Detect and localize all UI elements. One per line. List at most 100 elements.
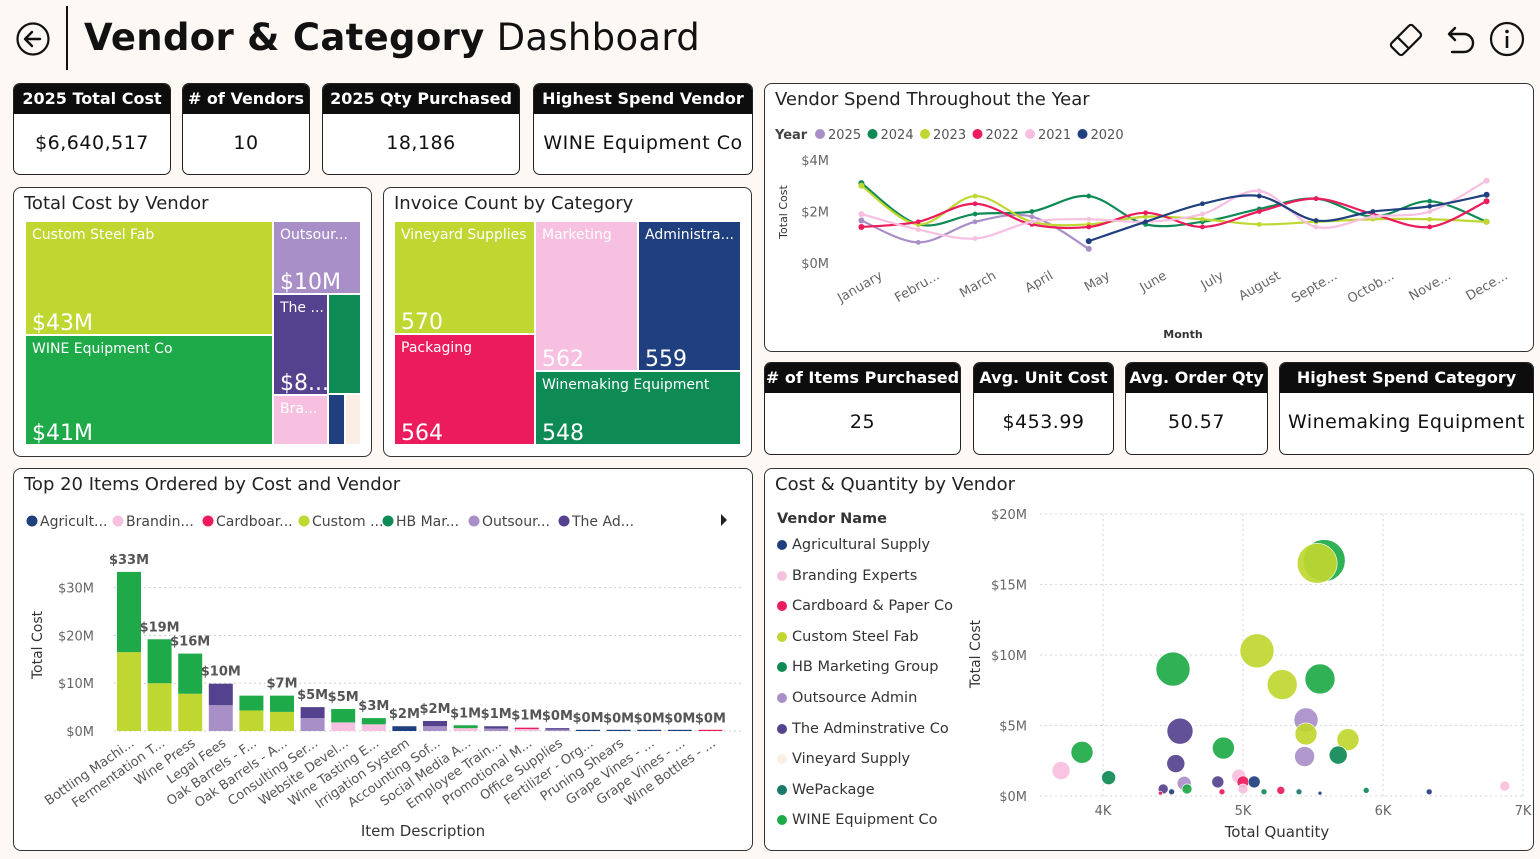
bar-segment <box>545 729 570 731</box>
bar-segment <box>331 709 356 723</box>
bar-total-label: $2M <box>389 707 420 722</box>
tile-outsource-admin[interactable]: Outsour... $10M <box>273 221 361 294</box>
line-point-2021 <box>1200 211 1205 217</box>
x-axis-title: Item Description <box>361 822 485 840</box>
line-point-2022 <box>1200 224 1205 230</box>
top-items-bar-chart-card: Top 20 Items Ordered by Cost and Vendor … <box>13 468 753 851</box>
y-tick-label: $0M <box>66 725 94 740</box>
bar-segment <box>606 729 631 731</box>
bar-legend-label: Brandin... <box>126 514 194 530</box>
scatter-point <box>1276 786 1286 795</box>
line-point-2020 <box>1200 201 1205 207</box>
kpi-value: Winemaking Equipment <box>1287 411 1526 433</box>
tile-marketing[interactable]: Marketing 562 <box>535 221 638 371</box>
bar-segment <box>514 729 539 731</box>
bar-legend-label: The Ad... <box>571 514 634 530</box>
tile-label: Outsour... <box>280 227 348 243</box>
kpi-label: Highest Spend Category <box>1280 363 1533 393</box>
x-tick-label: 5K <box>1235 804 1252 819</box>
bar-total-label: $33M <box>109 553 149 568</box>
x-tick-label: Dece... <box>1464 268 1511 304</box>
info-icon[interactable] <box>1488 20 1526 58</box>
back-icon[interactable] <box>15 21 51 57</box>
y-axis-title: Total Cost <box>30 610 46 680</box>
scatter-point <box>1070 740 1094 764</box>
x-tick-label: March <box>957 268 999 301</box>
kpi-label: # of Vendors <box>183 84 309 114</box>
scatter-point <box>1294 722 1318 746</box>
scatter-point <box>1362 787 1370 794</box>
x-tick-label: January <box>834 268 885 306</box>
tile-winemaking-equipment[interactable]: Winemaking Equipment 548 <box>535 371 741 445</box>
line-point-2023 <box>859 183 864 189</box>
tile-vineyard-supplies[interactable]: Vineyard Supplies 570 <box>394 221 535 334</box>
bar-segment <box>208 705 233 731</box>
tile-value: $10M <box>280 270 341 294</box>
tile-label: Winemaking Equipment <box>542 377 710 393</box>
line-point-2024 <box>1086 193 1092 199</box>
kpi-value: WINE Equipment Co <box>543 132 743 154</box>
x-tick-label: July <box>1198 268 1227 293</box>
bar-total-label: $16M <box>170 635 210 650</box>
bar-legend-dot <box>202 515 214 527</box>
scatter-point <box>1218 788 1226 796</box>
scatter-chart-card: Cost & Quantity by Vendor Vendor Name Ag… <box>764 468 1534 851</box>
scatter-point <box>1247 775 1261 789</box>
undo-icon[interactable] <box>1438 20 1478 60</box>
tile-label: Vineyard Supplies <box>401 227 527 243</box>
tile-value: 548 <box>542 421 584 445</box>
header-divider <box>66 6 68 70</box>
line-point-2025 <box>859 218 864 223</box>
kpi-value: $453.99 <box>1002 411 1085 433</box>
x-tick-label: June <box>1137 268 1170 296</box>
line-point-2021 <box>1313 224 1319 230</box>
bar-segment <box>453 725 478 729</box>
y-tick-label: $0M <box>801 257 829 272</box>
tile-adminstrative-co[interactable]: The ... $8... <box>273 294 328 395</box>
line-point-2023 <box>1484 219 1489 225</box>
tile-value: 562 <box>542 347 584 371</box>
scatter-point <box>1260 788 1268 796</box>
x-tick-label: Febru... <box>892 268 942 305</box>
bar-legend-label: Outsour... <box>482 514 550 530</box>
tile-agricultural[interactable] <box>328 394 345 445</box>
legend-dot-2024 <box>867 129 878 139</box>
scatter-point <box>1212 736 1235 760</box>
bar-total-label: $1M <box>450 706 481 721</box>
legend-dot-2022 <box>972 129 983 139</box>
line-point-2021 <box>859 211 864 217</box>
scatter-point <box>1304 663 1336 695</box>
scatter-point <box>1294 746 1315 767</box>
y-tick-label: $4M <box>801 154 829 169</box>
tile-packaging[interactable]: Packaging 564 <box>394 334 535 445</box>
tile-branding[interactable]: Bra... <box>273 395 328 445</box>
bar-segment <box>331 722 356 731</box>
y-tick-label: $0M <box>999 790 1027 805</box>
tile-wine-equipment[interactable]: WINE Equipment Co $41M <box>25 335 273 445</box>
bar-segment <box>239 695 264 711</box>
eraser-icon[interactable] <box>1386 20 1426 60</box>
tile-administrative[interactable]: Administra... 559 <box>638 221 741 371</box>
kpi-value: 10 <box>233 132 259 154</box>
tile-vineyard-supply[interactable] <box>345 394 361 445</box>
bar-segment <box>147 683 172 731</box>
y-tick-label: $10M <box>58 677 94 692</box>
vendor-treemap-title: Total Cost by Vendor <box>24 193 209 214</box>
kpi-label: 2025 Total Cost <box>14 84 170 114</box>
y-axis-title: Total Cost <box>777 185 790 240</box>
tile-label: The ... <box>280 300 324 316</box>
tile-hb-marketing[interactable] <box>328 294 361 394</box>
bar-segment <box>300 707 325 719</box>
bar-total-label: $3M <box>358 699 389 714</box>
bar-legend-label: Agricult... <box>40 514 107 530</box>
y-tick-label: $15M <box>991 579 1027 594</box>
kpi-avg-order-qty: Avg. Order Qty 50.57 <box>1125 362 1268 455</box>
bar-total-label: $2M <box>419 702 450 717</box>
scatter-point <box>1425 788 1433 796</box>
kpi-value: 25 <box>849 411 876 433</box>
line-point-2020 <box>1313 218 1319 223</box>
legend-next-icon <box>721 514 727 526</box>
line-point-2023 <box>1256 221 1262 227</box>
tile-custom-steel-fab[interactable]: Custom Steel Fab $43M <box>25 221 273 335</box>
legend-dot-2021 <box>1025 129 1035 139</box>
